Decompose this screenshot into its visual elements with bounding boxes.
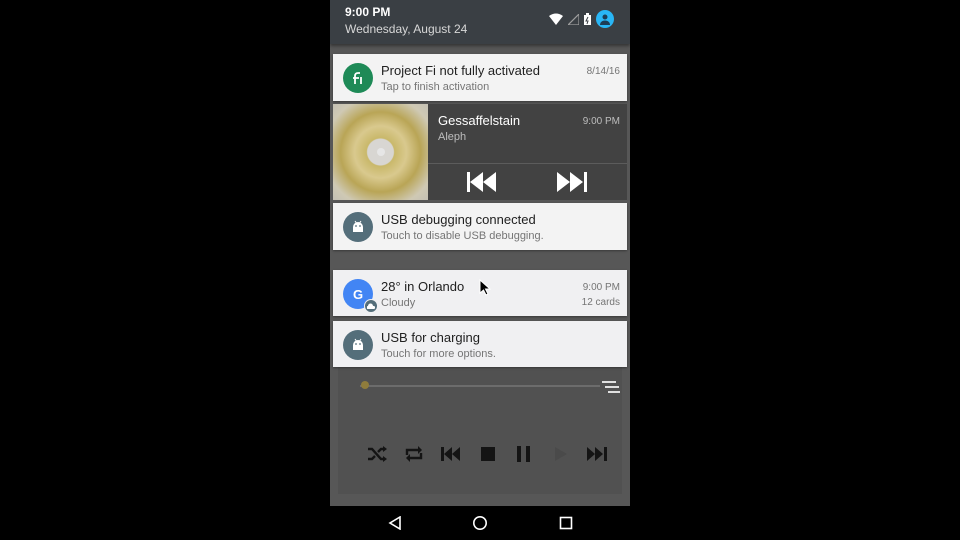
home-icon[interactable] xyxy=(471,514,489,532)
shuffle-icon[interactable] xyxy=(365,440,389,468)
media-divider xyxy=(428,163,627,164)
notification-title: USB debugging connected xyxy=(381,212,536,227)
notification-subtitle: Cloudy xyxy=(381,297,416,309)
status-date: Wednesday, August 24 xyxy=(345,22,468,36)
notification-title: Project Fi not fully activated xyxy=(381,63,540,78)
media-notification[interactable]: Gessaffelstain Aleph 9:00 PM xyxy=(333,104,627,200)
status-time: 9:00 PM xyxy=(345,5,391,19)
notification-project-fi[interactable]: Project Fi not fully activated Tap to fi… xyxy=(333,54,627,101)
pause-icon[interactable] xyxy=(512,440,536,468)
phone-screen: 9:00 PM Wednesday, August 24 Project Fi … xyxy=(330,0,630,540)
notification-usb-charging[interactable]: USB for charging Touch for more options. xyxy=(333,321,627,367)
signal-icon xyxy=(568,13,579,25)
play-icon[interactable] xyxy=(549,440,573,468)
android-icon xyxy=(343,212,373,242)
seek-thumb[interactable] xyxy=(361,381,369,389)
battery-icon xyxy=(584,13,591,25)
notification-time: 9:00 PM xyxy=(582,282,620,293)
status-icons xyxy=(549,10,614,28)
android-icon xyxy=(343,330,373,360)
notification-card-count: 12 cards xyxy=(581,297,620,308)
queue-icon[interactable] xyxy=(602,380,620,394)
media-artist: Gessaffelstain xyxy=(438,113,521,128)
back-icon[interactable] xyxy=(386,514,404,532)
stop-icon[interactable] xyxy=(476,440,500,468)
notification-subtitle: Touch for more options. xyxy=(381,348,496,360)
user-avatar-icon[interactable] xyxy=(596,10,614,28)
seek-bar[interactable] xyxy=(360,385,600,387)
notification-date: 8/14/16 xyxy=(586,66,620,77)
cloud-icon xyxy=(364,299,378,313)
skip-next-icon[interactable] xyxy=(585,440,609,468)
notification-subtitle: Touch to disable USB debugging. xyxy=(381,230,544,242)
previous-icon[interactable] xyxy=(465,170,499,194)
repeat-icon[interactable] xyxy=(402,440,426,468)
skip-previous-icon[interactable] xyxy=(439,440,463,468)
next-icon[interactable] xyxy=(555,170,589,194)
project-fi-icon xyxy=(343,63,373,93)
album-art xyxy=(333,104,428,200)
mouse-cursor-icon xyxy=(479,279,491,296)
media-time: 9:00 PM xyxy=(582,116,620,127)
notification-title: 28° in Orlando xyxy=(381,279,465,294)
media-album: Aleph xyxy=(438,131,467,143)
recents-icon[interactable] xyxy=(557,514,575,532)
album-art-center xyxy=(377,148,385,156)
player-controls xyxy=(360,440,610,470)
notification-title: USB for charging xyxy=(381,330,480,345)
notification-usb-debugging[interactable]: USB debugging connected Touch to disable… xyxy=(333,203,627,250)
wifi-icon xyxy=(549,13,563,25)
navigation-bar xyxy=(330,506,630,540)
notification-subtitle: Tap to finish activation xyxy=(381,81,490,93)
shade-header[interactable]: 9:00 PM Wednesday, August 24 xyxy=(330,0,630,44)
player-card xyxy=(338,360,622,494)
